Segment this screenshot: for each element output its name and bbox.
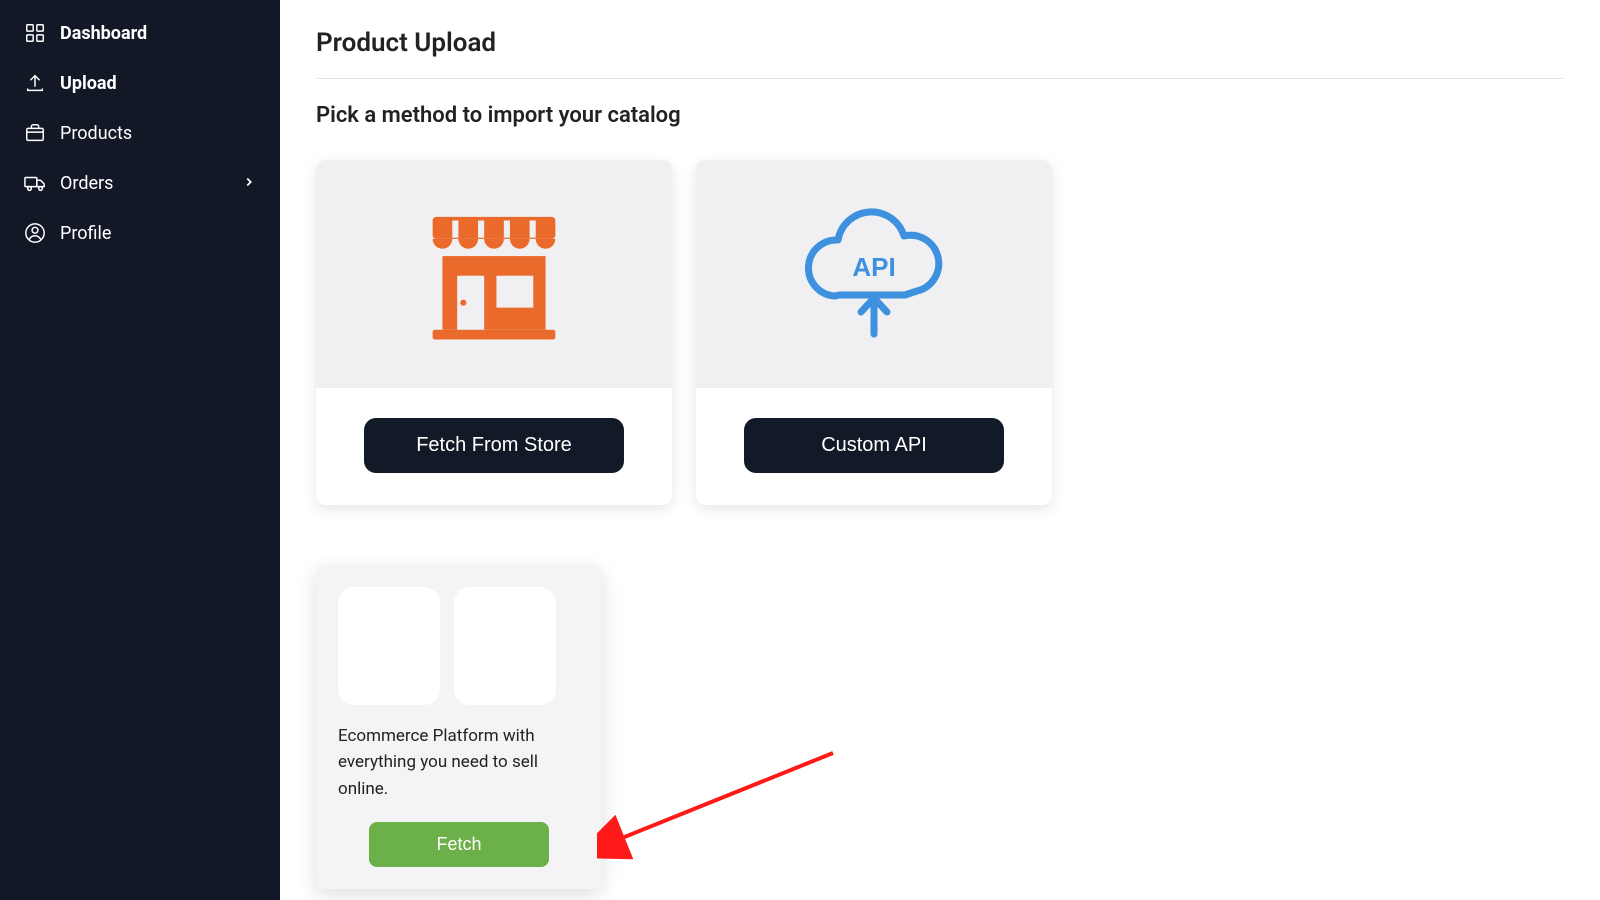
orders-icon <box>24 172 46 194</box>
platform-thumbnail <box>338 587 440 705</box>
sidebar-item-label: Dashboard <box>60 23 147 44</box>
method-card-store[interactable]: Fetch From Store <box>316 160 672 505</box>
method-card-footer: Fetch From Store <box>316 388 672 505</box>
cloud-api-icon: API <box>789 204 959 344</box>
platform-description: Ecommerce Platform with everything you n… <box>338 723 580 802</box>
store-icon <box>419 207 569 342</box>
sidebar-item-profile[interactable]: Profile <box>0 208 280 258</box>
api-icon-text: API <box>852 252 895 282</box>
method-cards-row: Fetch From Store API Custom API <box>316 160 1564 505</box>
fetch-button[interactable]: Fetch <box>369 822 549 867</box>
sidebar-item-upload[interactable]: Upload <box>0 58 280 108</box>
sidebar-item-label: Orders <box>60 173 113 194</box>
page-title: Product Upload <box>316 28 1564 79</box>
dashboard-icon <box>24 22 46 44</box>
sidebar-item-label: Profile <box>60 223 111 244</box>
sidebar-item-dashboard[interactable]: Dashboard <box>0 8 280 58</box>
sidebar-item-label: Upload <box>60 73 117 94</box>
method-card-footer: Custom API <box>696 388 1052 505</box>
sidebar-item-products[interactable]: Products <box>0 108 280 158</box>
platform-thumbnail <box>454 587 556 705</box>
sidebar: Dashboard Upload Products Orders Profile <box>0 0 280 900</box>
platform-card: Ecommerce Platform with everything you n… <box>316 565 602 889</box>
method-card-api[interactable]: API Custom API <box>696 160 1052 505</box>
sidebar-item-label: Products <box>60 123 132 144</box>
custom-api-button[interactable]: Custom API <box>744 418 1004 473</box>
profile-icon <box>24 222 46 244</box>
fetch-from-store-button[interactable]: Fetch From Store <box>364 418 624 473</box>
api-illustration: API <box>696 160 1052 388</box>
section-subtitle: Pick a method to import your catalog <box>316 103 1564 128</box>
products-icon <box>24 122 46 144</box>
store-illustration <box>316 160 672 388</box>
platform-thumbnails <box>338 587 580 705</box>
sidebar-item-orders[interactable]: Orders <box>0 158 280 208</box>
chevron-right-icon <box>242 173 256 194</box>
main-content: Product Upload Pick a method to import y… <box>280 0 1600 900</box>
upload-icon <box>24 72 46 94</box>
